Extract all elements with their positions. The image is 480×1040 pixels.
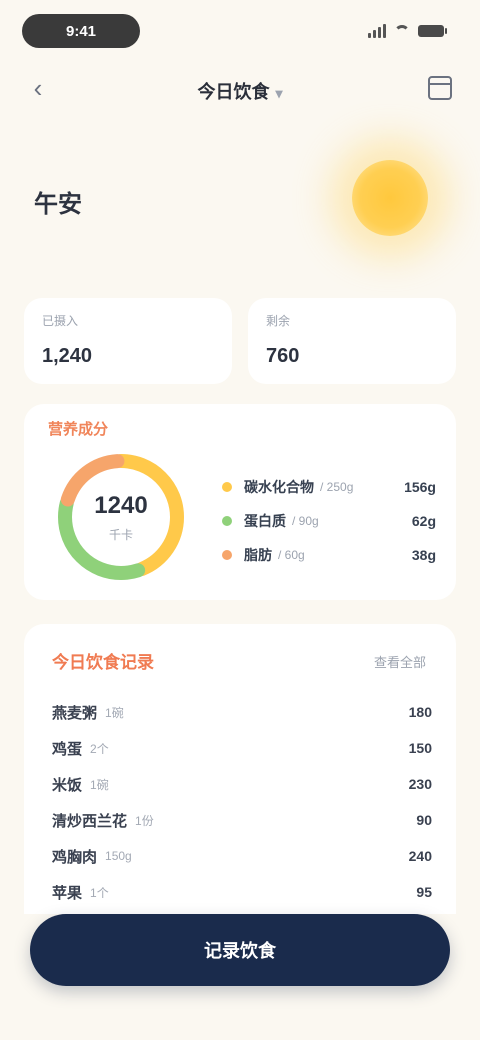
macro-card: 营养成分 1240 千卡 碳水化合物 / 250g 156g 蛋白质 / 90g… xyxy=(24,404,456,600)
status-icons xyxy=(368,20,447,42)
macro-name: 蛋白质 xyxy=(244,513,286,529)
stat-card-remaining: 剩余 760 xyxy=(248,298,456,384)
macro-list: 碳水化合物 / 250g 156g 蛋白质 / 90g 62g 脂肪 / 60g… xyxy=(222,470,436,572)
list-item[interactable]: 燕麦粥 1碗 180 xyxy=(52,694,432,730)
macro-amount: 156g xyxy=(404,479,436,495)
stat-label: 剩余 xyxy=(266,314,291,328)
stat-label: 已摄入 xyxy=(42,314,79,328)
food-log-card: 今日饮食记录 查看全部 燕麦粥 1碗 180 鸡蛋 2个 150 米饭 1碗 2… xyxy=(24,624,456,914)
food-kcal: 150 xyxy=(408,740,432,756)
header: ‹ 今日饮食 ▾ xyxy=(0,66,480,110)
food-portion: 1个 xyxy=(90,885,109,900)
food-name: 清炒西兰花 xyxy=(52,812,128,830)
macro-row-carbs: 碳水化合物 / 250g 156g xyxy=(222,470,436,504)
battery-icon xyxy=(418,25,447,37)
macro-amount: 38g xyxy=(411,547,436,563)
calendar-icon[interactable] xyxy=(428,76,452,100)
food-kcal: 180 xyxy=(408,704,432,720)
macro-name: 碳水化合物 xyxy=(244,479,314,495)
stat-value: 760 xyxy=(266,345,300,367)
food-kcal: 95 xyxy=(416,884,432,900)
food-log-title: 今日饮食记录 xyxy=(52,653,154,672)
stat-value: 1,240 xyxy=(42,345,93,367)
macro-dot xyxy=(222,516,232,526)
list-item[interactable]: 苹果 1个 95 xyxy=(52,874,432,910)
macro-target: / 250g xyxy=(320,480,354,494)
page-title: 今日饮食 xyxy=(197,82,270,102)
food-list: 燕麦粥 1碗 180 鸡蛋 2个 150 米饭 1碗 230 清炒西兰花 1份 … xyxy=(52,694,432,910)
macro-row-fat: 脂肪 / 60g 38g xyxy=(222,538,436,572)
food-kcal: 240 xyxy=(408,848,432,864)
macro-amount: 62g xyxy=(411,513,436,529)
food-portion: 150g xyxy=(105,849,132,863)
macro-target: / 60g xyxy=(278,548,305,562)
status-bar: 9:41 xyxy=(0,0,480,64)
food-name: 鸡蛋 xyxy=(52,740,83,758)
ring-center: 1240 千卡 xyxy=(46,442,196,592)
wifi-icon xyxy=(394,25,410,37)
chevron-down-icon: ▾ xyxy=(275,85,283,101)
greeting-text: 午安 xyxy=(34,191,82,218)
food-name: 苹果 xyxy=(52,884,83,902)
date-selector[interactable]: 今日饮食 ▾ xyxy=(0,78,480,104)
macro-dot xyxy=(222,550,232,560)
food-portion: 2个 xyxy=(90,741,109,756)
food-portion: 1碗 xyxy=(105,705,124,720)
macro-row-protein: 蛋白质 / 90g 62g xyxy=(222,504,436,538)
food-portion: 1碗 xyxy=(90,777,109,792)
macro-title: 营养成分 xyxy=(48,421,109,438)
status-time: 9:41 xyxy=(22,14,140,48)
macro-name: 脂肪 xyxy=(244,547,272,563)
list-item[interactable]: 清炒西兰花 1份 90 xyxy=(52,802,432,838)
macro-dot xyxy=(222,482,232,492)
food-name: 鸡胸肉 xyxy=(52,848,98,866)
food-name: 燕麦粥 xyxy=(52,704,98,722)
stats-row: 已摄入 1,240 剩余 760 xyxy=(24,298,456,384)
food-portion: 1份 xyxy=(135,813,154,828)
sun-icon xyxy=(352,160,428,236)
list-item[interactable]: 鸡胸肉 150g 240 xyxy=(52,838,432,874)
macro-target: / 90g xyxy=(292,514,319,528)
ring-value: 1240 xyxy=(94,491,148,519)
signal-icon xyxy=(368,24,386,38)
list-item[interactable]: 鸡蛋 2个 150 xyxy=(52,730,432,766)
list-item[interactable]: 米饭 1碗 230 xyxy=(52,766,432,802)
view-all-link[interactable]: 查看全部 xyxy=(374,652,426,671)
food-kcal: 90 xyxy=(416,812,432,828)
log-meal-button[interactable]: 记录饮食 xyxy=(30,914,450,986)
ring-unit: 千卡 xyxy=(108,527,133,542)
food-kcal: 230 xyxy=(408,776,432,792)
stat-card-intake: 已摄入 1,240 xyxy=(24,298,232,384)
food-name: 米饭 xyxy=(52,776,83,794)
